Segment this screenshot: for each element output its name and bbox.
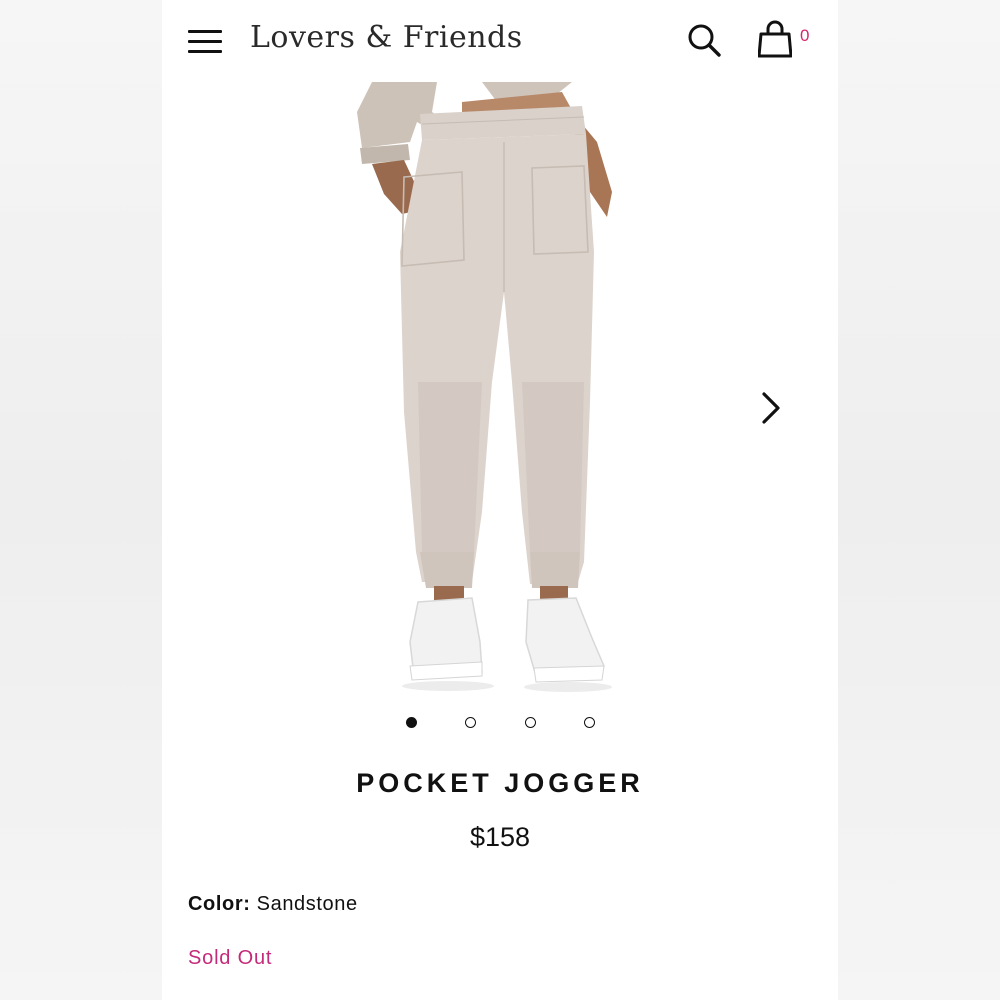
site-header: Lovers & Friends 0 bbox=[162, 0, 838, 82]
gallery-dot[interactable] bbox=[525, 717, 536, 728]
brand-logo[interactable]: Lovers & Friends bbox=[250, 20, 523, 55]
product-color: Color: Sandstone bbox=[188, 893, 358, 916]
gallery-dot[interactable] bbox=[406, 717, 417, 728]
chevron-right-icon[interactable] bbox=[756, 390, 786, 426]
color-value: Sandstone bbox=[256, 893, 358, 915]
search-icon[interactable] bbox=[686, 22, 722, 58]
product-price: $158 bbox=[469, 822, 531, 852]
backdrop-left bbox=[0, 0, 162, 1000]
availability-status: Sold Out bbox=[188, 947, 273, 969]
gallery-dot[interactable] bbox=[584, 717, 595, 728]
gallery-dot[interactable] bbox=[465, 717, 476, 728]
product-title: POCKET JOGGER bbox=[356, 768, 644, 798]
cart-count-badge[interactable]: 0 bbox=[800, 26, 809, 46]
gallery-pagination bbox=[162, 714, 838, 734]
shopping-bag-icon[interactable] bbox=[758, 20, 792, 58]
product-image[interactable] bbox=[322, 82, 692, 694]
backdrop-right bbox=[838, 0, 1000, 1000]
color-label: Color: bbox=[188, 893, 251, 915]
product-page: Lovers & Friends 0 POCKET JOGGER $158 Co… bbox=[162, 0, 838, 1000]
hamburger-menu-icon[interactable] bbox=[188, 28, 222, 54]
